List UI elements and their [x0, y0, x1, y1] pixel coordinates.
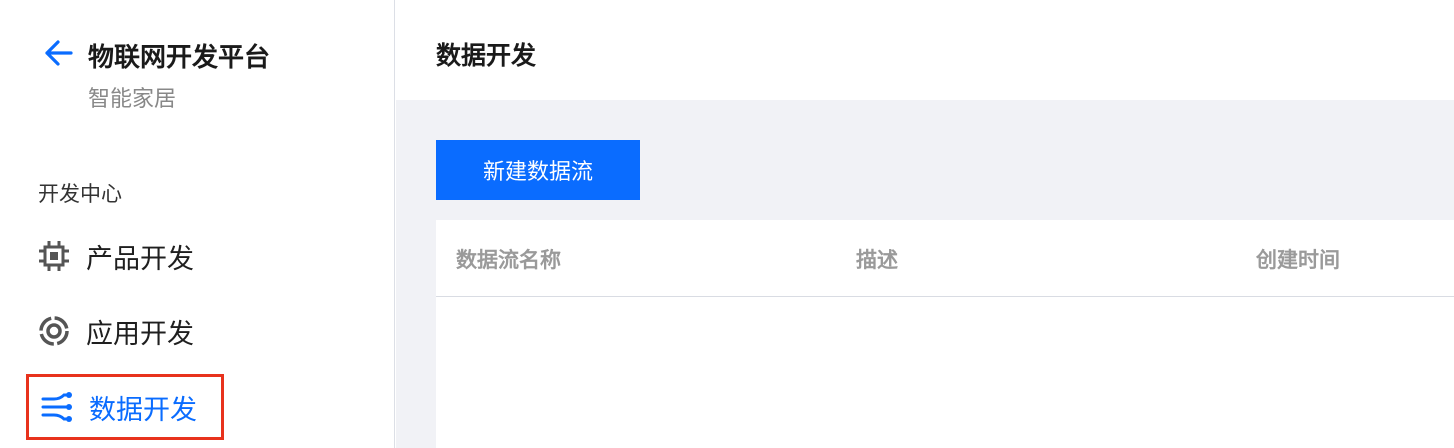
- column-header-name[interactable]: 数据流名称: [456, 244, 561, 274]
- column-header-created-time[interactable]: 创建时间: [1256, 244, 1340, 274]
- app-root: 物联网开发平台 智能家居 开发中心 产品开发 应用开发 数据开发 数据开发 新建…: [0, 0, 1454, 448]
- sidebar-item-app-dev[interactable]: 应用开发: [26, 298, 224, 364]
- sidebar-item-label: 应用开发: [86, 318, 194, 350]
- back-arrow-icon[interactable]: [42, 38, 74, 68]
- page-header: 数据开发: [396, 0, 1454, 100]
- main-content: 新建数据流 数据流名称 描述 创建时间: [396, 100, 1454, 448]
- app-title: 物联网开发平台: [88, 43, 271, 73]
- dataflow-table: 数据流名称 描述 创建时间: [436, 220, 1454, 448]
- sidebar-item-product-dev[interactable]: 产品开发: [26, 223, 224, 289]
- data-flow-icon: [39, 389, 75, 425]
- column-header-description[interactable]: 描述: [856, 244, 898, 274]
- sidebar: 物联网开发平台 智能家居 开发中心 产品开发 应用开发 数据开发: [0, 0, 395, 448]
- new-dataflow-button[interactable]: 新建数据流: [436, 140, 640, 200]
- sidebar-item-label: 产品开发: [86, 243, 194, 275]
- sidebar-item-label: 数据开发: [89, 394, 197, 426]
- table-header: 数据流名称 描述 创建时间: [436, 220, 1454, 297]
- page-title: 数据开发: [436, 41, 537, 70]
- chip-icon: [36, 238, 72, 274]
- section-label-dev-center: 开发中心: [38, 182, 122, 206]
- sidebar-item-data-dev[interactable]: 数据开发: [26, 374, 224, 440]
- app-ring-icon: [36, 313, 72, 349]
- project-name: 智能家居: [88, 87, 177, 112]
